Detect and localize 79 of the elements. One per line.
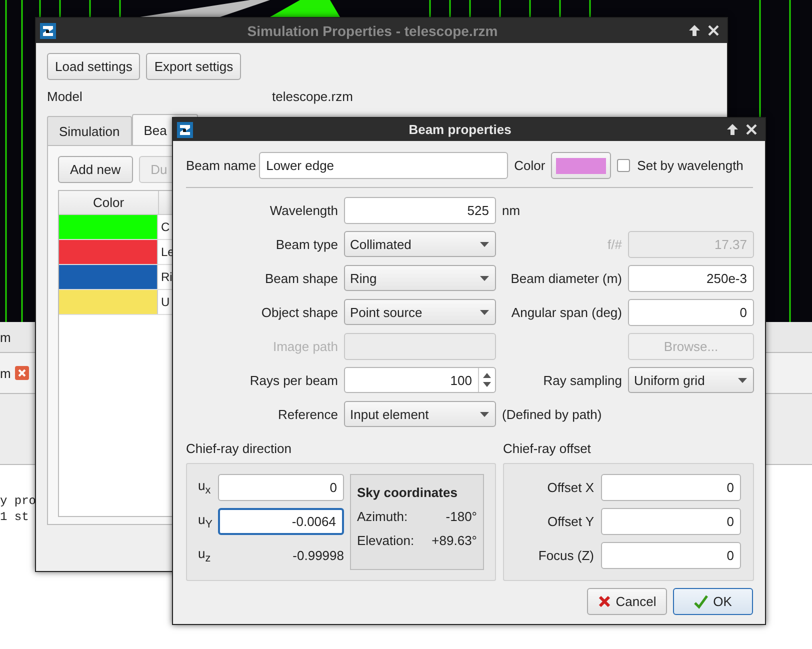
close-icon xyxy=(598,595,611,608)
close-icon[interactable] xyxy=(708,25,719,36)
color-button[interactable] xyxy=(551,152,612,179)
field-label: f/# xyxy=(606,236,622,252)
text-field[interactable]: 525 xyxy=(344,196,496,224)
document-tab-label[interactable]: m xyxy=(0,366,11,380)
dropdown[interactable]: Collimated xyxy=(344,231,496,257)
console-line: y pro xyxy=(0,493,36,509)
component-label: u$_{x}$ xyxy=(198,478,212,496)
table-cell-text: C xyxy=(160,219,170,236)
section-heading: Chief-ray direction xyxy=(186,441,292,456)
tab-label[interactable]: m xyxy=(0,330,11,344)
field-label: Wavelength xyxy=(268,202,338,218)
field-label: Focus (Z) xyxy=(537,548,594,562)
field-label: Ray sampling xyxy=(542,372,622,388)
window-title: Simulation Properties - telescope.rzm xyxy=(246,22,499,38)
text-field[interactable]: 0 xyxy=(628,298,754,326)
beam-list-button[interactable]: Add new xyxy=(58,156,133,183)
caret-icon xyxy=(738,378,747,382)
app-logo-icon xyxy=(40,22,56,38)
caret-icon xyxy=(480,276,489,280)
ok-button[interactable]: OK xyxy=(673,588,753,615)
field-label: Color xyxy=(514,158,546,173)
close-icon[interactable] xyxy=(746,124,757,135)
readout-value: -0.99998 xyxy=(292,548,344,562)
spin-box[interactable]: 100 xyxy=(344,367,496,393)
maximize-icon[interactable] xyxy=(689,25,700,36)
dialog-title: Beam properties xyxy=(408,122,512,137)
text-field[interactable]: 250e-3 xyxy=(628,264,754,292)
console-line: 1 st xyxy=(0,509,29,525)
column-header[interactable]: Color xyxy=(59,191,159,214)
dropdown[interactable]: Uniform grid xyxy=(628,367,754,393)
checkbox[interactable] xyxy=(617,159,630,172)
field-label: Rays per beam xyxy=(248,372,338,388)
tab[interactable]: Simulation xyxy=(47,116,132,145)
model-label: Model xyxy=(47,89,84,104)
app-logo-icon xyxy=(177,122,193,138)
field-label: Angular span (deg) xyxy=(510,304,622,320)
text-field[interactable]: 0 xyxy=(218,474,344,500)
component-label: u$_{Y}$ xyxy=(198,512,214,530)
coordinate-value: +89.63° xyxy=(432,533,477,548)
coordinate-label: Azimuth: xyxy=(357,509,408,524)
table-cell-text: U xyxy=(160,294,170,311)
cancel-button[interactable]: Cancel xyxy=(587,588,667,615)
text-field[interactable]: Lower edge xyxy=(259,152,508,179)
text-field[interactable]: 0 xyxy=(601,542,741,568)
checkbox-label[interactable]: Set by wavelength xyxy=(637,158,744,173)
field-label: Offset Y xyxy=(546,514,594,528)
table-cell-text: Ri xyxy=(160,269,172,286)
text-field[interactable]: 0 xyxy=(601,508,741,534)
coordinate-label: Elevation: xyxy=(357,533,414,548)
field-label: Beam type xyxy=(274,236,338,252)
coordinate-value: -180° xyxy=(446,509,477,524)
panel-title: Sky coordinates xyxy=(357,485,458,500)
maximize-icon[interactable] xyxy=(727,124,738,135)
caret-icon xyxy=(480,412,489,416)
field-label: Beam name xyxy=(186,158,256,173)
text-field[interactable]: -0.0064 xyxy=(218,508,344,534)
field-label: Object shape xyxy=(260,304,338,320)
settings-button[interactable]: Export settigs xyxy=(146,53,242,80)
settings-button[interactable]: Load settings xyxy=(47,53,140,80)
field-label: Image path xyxy=(272,338,338,354)
field-label: Reference xyxy=(277,406,338,422)
section-heading: Chief-ray offset xyxy=(503,441,592,456)
dropdown[interactable]: Input element xyxy=(344,401,496,427)
field-label: Beam shape xyxy=(264,270,338,286)
unit-label: nm xyxy=(502,202,522,218)
dropdown[interactable]: Ring xyxy=(344,265,496,291)
component-label: u$_{z}$ xyxy=(198,546,212,564)
text-field[interactable]: 0 xyxy=(601,474,741,500)
caret-icon xyxy=(480,242,489,246)
note-text: (Defined by path) xyxy=(502,406,603,422)
model-value: telescope.rzm xyxy=(272,89,353,104)
checkmark-icon xyxy=(694,594,708,608)
text-field[interactable] xyxy=(344,332,496,360)
caret-icon xyxy=(480,310,489,314)
dropdown[interactable]: Point source xyxy=(344,299,496,325)
field-label: Offset X xyxy=(546,480,594,494)
field-label: Beam diameter (m) xyxy=(510,270,622,286)
